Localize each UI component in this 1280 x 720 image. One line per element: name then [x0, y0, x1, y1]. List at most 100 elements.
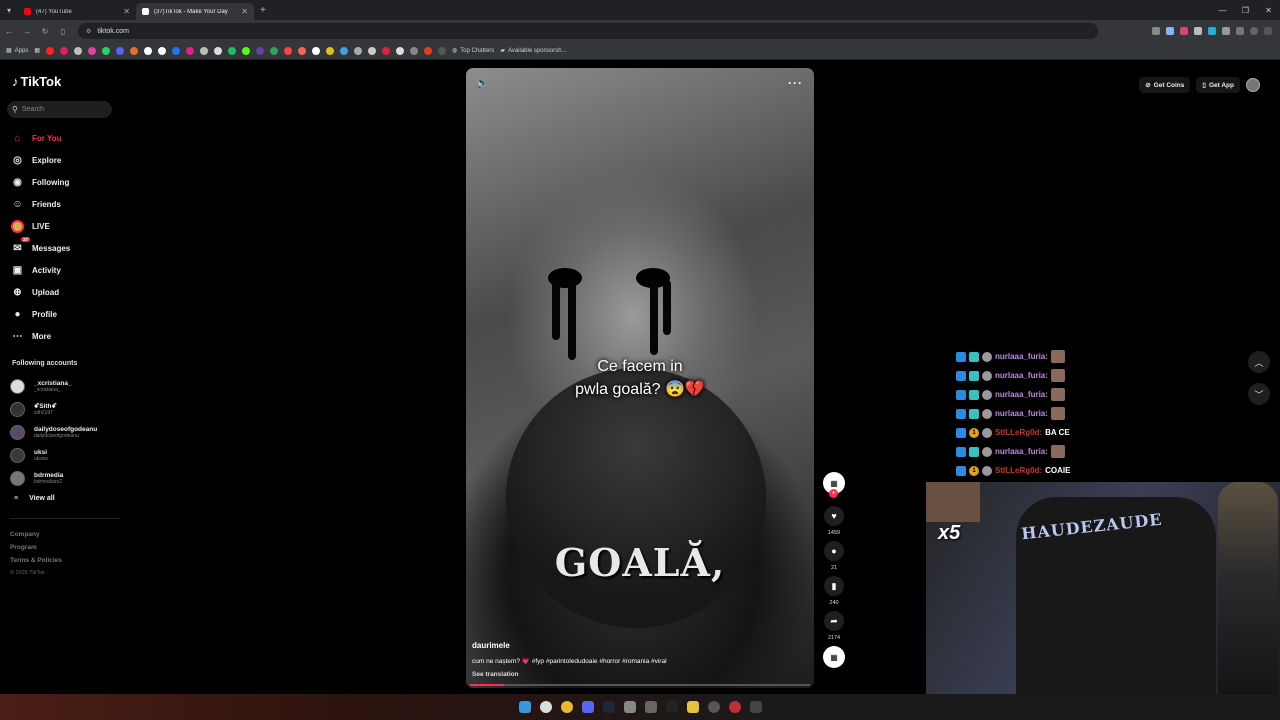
tab-tiktok[interactable]: (37)TikTok - Make Your Day ✕ [136, 3, 254, 20]
app-icon[interactable] [623, 701, 636, 713]
bookmark-icon[interactable] [438, 46, 447, 55]
bookmark-icon[interactable] [60, 46, 69, 55]
obs-icon[interactable] [728, 701, 741, 713]
nav-activity[interactable]: ▣ Activity [10, 259, 120, 281]
bookmark-icon[interactable] [382, 46, 391, 55]
minimize-icon[interactable]: — [1211, 6, 1234, 15]
nav-explore[interactable]: ◎ Explore [10, 149, 120, 171]
get-coins-button[interactable]: ⊘ Get Coins [1139, 77, 1191, 93]
bookmark-icon[interactable] [214, 46, 223, 55]
app-icon[interactable] [644, 701, 657, 713]
site-info-icon[interactable]: ⚙ [86, 28, 91, 35]
next-video-button[interactable]: ﹀ [1248, 383, 1270, 405]
get-app-button[interactable]: ▯ Get App [1196, 77, 1240, 93]
reload-icon[interactable]: ↻ [36, 27, 54, 36]
footer-program-link[interactable]: Program [10, 541, 62, 554]
bookmark-icon[interactable] [242, 46, 251, 55]
bookmark-icon[interactable] [256, 46, 265, 55]
extension-icon[interactable] [1194, 27, 1202, 35]
bookmark-icon[interactable] [340, 46, 349, 55]
account-item[interactable]: ꗄSithꗄ sith2197 [10, 398, 97, 421]
tiktok-logo[interactable]: ♪ TikTok [12, 74, 61, 89]
comment-button[interactable]: ● 21 [820, 541, 848, 571]
nav-upload[interactable]: ⊕ Upload [10, 281, 120, 303]
url-input[interactable]: ⚙ tiktok.com [78, 23, 1098, 39]
grid-icon[interactable]: ▦ [34, 47, 40, 54]
account-item[interactable]: uksi uksiss [10, 444, 97, 467]
bookmark-icon[interactable] [172, 46, 181, 55]
app-icon[interactable] [707, 701, 720, 713]
bookmark-icon[interactable] [228, 46, 237, 55]
video-progress-bar[interactable] [470, 684, 810, 686]
previous-video-button[interactable]: ︿ [1248, 351, 1270, 373]
bookmark-icon[interactable] [200, 46, 209, 55]
chrome-icon[interactable] [560, 701, 573, 713]
bookmark-icon[interactable] [144, 46, 153, 55]
footer-terms-link[interactable]: Terms & Policies [10, 554, 62, 567]
view-all-button[interactable]: ≡ View all [14, 495, 55, 502]
bookmark-icon[interactable] [354, 46, 363, 55]
user-avatar[interactable] [1246, 78, 1260, 92]
music-disc[interactable]: ▦ [820, 646, 848, 668]
bookmark-icon[interactable] [396, 46, 405, 55]
new-tab-icon[interactable]: + [260, 5, 266, 16]
nav-profile[interactable]: ● Profile [10, 303, 120, 325]
nav-for-you[interactable]: ⌂ For You [10, 127, 120, 149]
nav-messages[interactable]: ✉ 37 Messages [10, 236, 120, 259]
save-button[interactable]: ▮ 240 [820, 576, 848, 606]
account-item[interactable]: _xcristiana_ _xcristiana_ [10, 375, 97, 398]
extension-icon[interactable] [1208, 27, 1216, 35]
bookmark-icon[interactable] [102, 46, 111, 55]
top-chatters-bookmark[interactable]: ◍ Top Chatters [452, 47, 494, 55]
video-author[interactable]: daurimele [472, 641, 510, 650]
nav-live[interactable]: LIVE [10, 215, 120, 237]
back-icon[interactable]: ← [0, 27, 18, 36]
nav-friends[interactable]: ☺ Friends [10, 193, 120, 215]
bookmark-icon[interactable] [284, 46, 293, 55]
bookmark-icon[interactable] [46, 46, 55, 55]
maximize-icon[interactable]: ❐ [1234, 6, 1257, 15]
volume-icon[interactable]: 🔈 [476, 78, 488, 89]
windows-start-icon[interactable] [518, 701, 531, 713]
bookmark-icon[interactable] [368, 46, 377, 55]
bookmark-icon[interactable] [326, 46, 335, 55]
bookmark-icon[interactable] [74, 46, 83, 55]
split-view-icon[interactable]: ▯ [54, 27, 72, 36]
see-translation-link[interactable]: See translation [472, 671, 519, 678]
folder-icon[interactable] [686, 701, 699, 713]
more-options-icon[interactable]: ··· [788, 76, 803, 90]
bookmark-icon[interactable] [298, 46, 307, 55]
tab-youtube[interactable]: (47) YouTube ✕ [18, 3, 136, 20]
footer-company-link[interactable]: Company [10, 528, 62, 541]
creator-avatar[interactable]: ▦ + [820, 472, 848, 498]
bookmark-icon[interactable] [116, 46, 125, 55]
profile-avatar-icon[interactable] [1250, 27, 1258, 35]
puzzle-icon[interactable] [1222, 27, 1230, 35]
video-player[interactable]: 🔈 ··· Ce facem in pwla goală? 😨💔 GOALĂ, … [466, 68, 814, 688]
account-item[interactable]: dailydoseofgodeanu dailydoseofgodeanu [10, 421, 97, 444]
bookmark-icon[interactable] [88, 46, 97, 55]
steam-icon[interactable] [602, 701, 615, 713]
search-input[interactable]: ⚲ Search [7, 101, 112, 118]
nav-following[interactable]: ◉ Following [10, 171, 120, 193]
apps-bookmark[interactable]: ▦ Apps [6, 47, 28, 55]
cast-icon[interactable] [1152, 27, 1160, 35]
app-icon[interactable] [749, 701, 762, 713]
discord-icon[interactable] [581, 701, 594, 713]
menu-icon[interactable] [1236, 27, 1244, 35]
x-icon[interactable] [665, 701, 678, 713]
follow-plus-icon[interactable]: + [829, 489, 838, 498]
bookmark-star-icon[interactable] [1166, 27, 1174, 35]
tab-search-icon[interactable]: ▾ [0, 0, 18, 20]
forward-icon[interactable]: → [18, 27, 36, 36]
bookmark-icon[interactable] [312, 46, 321, 55]
bookmark-icon[interactable] [410, 46, 419, 55]
extension-icon[interactable] [1180, 27, 1188, 35]
like-button[interactable]: ♥ 1459 [820, 506, 848, 536]
sponsorship-bookmark[interactable]: ▰ Available sponsorsh... [500, 47, 566, 55]
kebab-menu-icon[interactable] [1264, 27, 1272, 35]
bookmark-icon[interactable] [270, 46, 279, 55]
close-window-icon[interactable]: ✕ [1257, 6, 1280, 15]
bookmark-icon[interactable] [158, 46, 167, 55]
share-button[interactable]: ➦ 2174 [820, 611, 848, 641]
